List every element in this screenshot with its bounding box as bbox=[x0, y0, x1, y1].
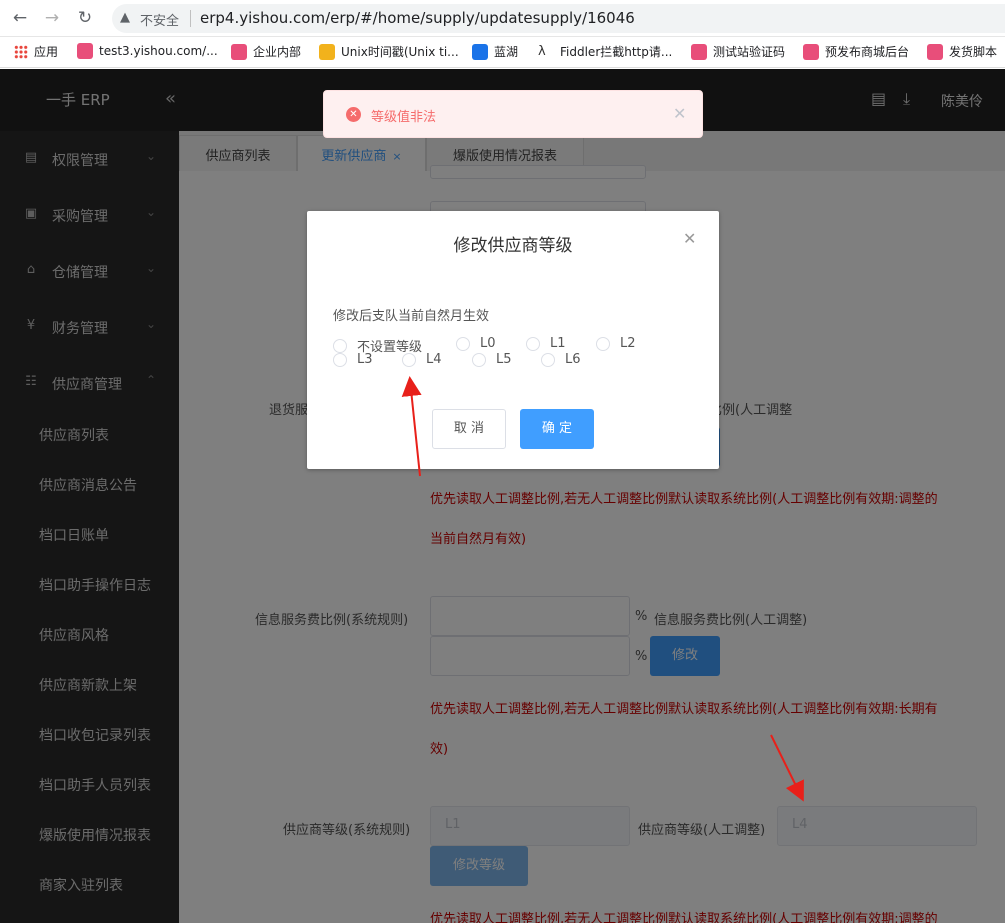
bookmark-label: 测试站验证码 bbox=[713, 45, 786, 59]
bookmark-label: Fiddler拦截http请... bbox=[560, 45, 673, 59]
confirm-button[interactable]: 确 定 bbox=[520, 409, 594, 449]
error-toast: ✕ 等级值非法 ✕ bbox=[323, 90, 703, 138]
dialog-title: 修改供应商等级 bbox=[453, 236, 573, 256]
modify-level-dialog: 修改供应商等级 ✕ 修改后支队当前自然月生效 不设置等级 L0 L1 L2 L3… bbox=[307, 211, 719, 469]
warning-icon: ▲ bbox=[120, 10, 130, 25]
radio-l2[interactable]: L2 bbox=[596, 336, 636, 351]
radio-circle bbox=[402, 352, 416, 367]
radio-l0[interactable]: L0 bbox=[456, 336, 496, 351]
bookmark-item[interactable]: 测试站验证码 bbox=[691, 43, 785, 60]
bookmark-item[interactable]: λ Fiddler拦截http请... bbox=[538, 43, 672, 60]
radio-l4[interactable]: L4 bbox=[402, 352, 442, 367]
fiddler-icon: λ bbox=[538, 43, 554, 60]
cancel-button[interactable]: 取 消 bbox=[432, 409, 506, 449]
favicon-icon bbox=[472, 43, 488, 60]
bookmark-apps[interactable]: 应用 bbox=[14, 43, 58, 60]
radio-l6[interactable]: L6 bbox=[541, 352, 581, 367]
radio-label: L2 bbox=[620, 336, 636, 351]
bookmark-label: 应用 bbox=[34, 45, 59, 59]
radio-circle bbox=[541, 352, 555, 367]
bookmarks-bar: 应用 test3.yishou.com/... 企业内部 Unix时间戳(Uni… bbox=[0, 37, 1005, 68]
radio-l5[interactable]: L5 bbox=[472, 352, 512, 367]
radio-label: L5 bbox=[496, 352, 512, 367]
bookmark-item[interactable]: 发货脚本 bbox=[927, 43, 997, 60]
bookmark-item[interactable]: 预发布商城后台 bbox=[803, 43, 909, 60]
error-circle-icon: ✕ bbox=[346, 107, 361, 122]
radio-circle bbox=[333, 338, 347, 353]
favicon-icon bbox=[691, 43, 707, 60]
toast-message: 等级值非法 bbox=[371, 110, 437, 125]
bookmark-item[interactable]: 企业内部 bbox=[231, 43, 301, 60]
favicon-icon bbox=[77, 43, 93, 59]
url-field[interactable]: ▲ 不安全 erp4.yishou.com/erp/#/home/supply/… bbox=[112, 4, 1005, 33]
bookmark-label: 蓝湖 bbox=[494, 45, 519, 59]
back-arrow-icon[interactable]: ← bbox=[10, 8, 30, 28]
radio-label: L6 bbox=[565, 352, 581, 367]
dialog-description: 修改后支队当前自然月生效 bbox=[333, 309, 490, 324]
close-icon[interactable]: ✕ bbox=[673, 104, 686, 123]
radio-label: L0 bbox=[480, 336, 496, 351]
apps-grid-icon bbox=[14, 44, 28, 59]
bookmark-item[interactable]: 蓝湖 bbox=[472, 43, 518, 60]
radio-circle bbox=[456, 336, 470, 351]
bookmark-label: 企业内部 bbox=[253, 45, 302, 59]
favicon-icon bbox=[231, 43, 247, 60]
favicon-icon bbox=[803, 43, 819, 60]
security-label: 不安全 bbox=[140, 14, 180, 29]
browser-address-bar: ← → ↻ ▲ 不安全 erp4.yishou.com/erp/#/home/s… bbox=[0, 0, 1005, 37]
radio-circle bbox=[526, 336, 540, 351]
modal-overlay[interactable] bbox=[0, 69, 1005, 923]
reload-icon[interactable]: ↻ bbox=[75, 8, 95, 28]
radio-l1[interactable]: L1 bbox=[526, 336, 566, 351]
radio-circle bbox=[333, 352, 347, 367]
radio-label: L4 bbox=[426, 352, 442, 367]
bookmark-label: test3.yishou.com/... bbox=[99, 44, 218, 58]
radio-label: L1 bbox=[550, 336, 566, 351]
radio-l3[interactable]: L3 bbox=[333, 352, 373, 367]
favicon-icon bbox=[927, 43, 943, 60]
close-icon[interactable]: ✕ bbox=[683, 229, 696, 248]
favicon-icon bbox=[319, 43, 335, 60]
bookmark-item[interactable]: test3.yishou.com/... bbox=[77, 43, 218, 59]
forward-arrow-icon[interactable]: → bbox=[42, 8, 62, 28]
bookmark-label: Unix时间戳(Unix ti... bbox=[341, 45, 459, 59]
radio-circle bbox=[596, 336, 610, 351]
url-divider bbox=[190, 10, 191, 27]
radio-label: L3 bbox=[357, 352, 373, 367]
bookmark-item[interactable]: Unix时间戳(Unix ti... bbox=[319, 43, 459, 60]
radio-circle bbox=[472, 352, 486, 367]
url-text: erp4.yishou.com/erp/#/home/supply/update… bbox=[200, 9, 635, 27]
bookmark-label: 预发布商城后台 bbox=[825, 45, 910, 59]
bookmark-label: 发货脚本 bbox=[949, 45, 998, 59]
